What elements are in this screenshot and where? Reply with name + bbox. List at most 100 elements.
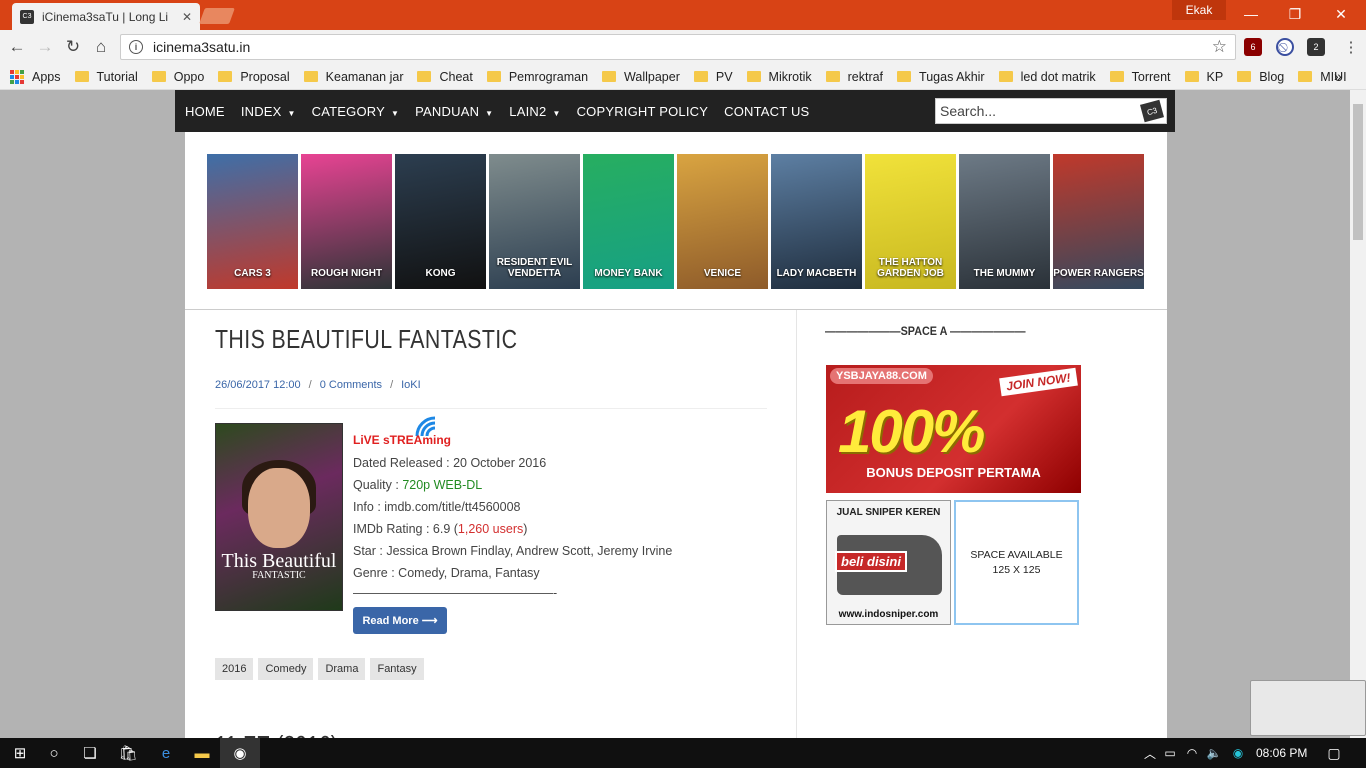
divider: [215, 408, 767, 409]
home-icon[interactable]: ⌂: [90, 36, 112, 58]
bookmark-label: Tugas Akhir: [919, 69, 985, 84]
poster-title: POWER RANGERS: [1053, 268, 1144, 279]
folder-icon: [693, 71, 708, 82]
imdb-info: Info : imdb.com/title/tt4560008: [353, 500, 521, 514]
nav-item-panduan[interactable]: PANDUAN ▼: [415, 104, 493, 119]
menu-icon[interactable]: ⋮: [1340, 36, 1362, 58]
post-author[interactable]: IoKI: [401, 379, 421, 391]
page-scrollbar[interactable]: [1350, 90, 1366, 738]
bookmark-keamanan-jar[interactable]: Keamanan jar: [303, 70, 403, 84]
block-extension-icon[interactable]: ⃠: [1276, 38, 1294, 56]
bookmark-pemrograman[interactable]: Pemrograman: [486, 69, 589, 84]
bookmark-oppo[interactable]: Oppo: [151, 70, 204, 84]
nav-item-index[interactable]: INDEX ▼: [241, 104, 296, 119]
bookmark-proposal[interactable]: Proposal: [218, 70, 290, 84]
bookmark-label: Pemrograman: [508, 69, 589, 84]
post-comments[interactable]: 0 Comments: [320, 379, 382, 391]
tray-app-icon[interactable]: ◉: [1218, 738, 1258, 768]
windows-taskbar: ⊞ ○ ❏ 🛍 e ▬ ◉ ︿ ▭ ◠ 🔈 ◉ 08:06 PM ▢: [0, 738, 1366, 768]
taskbar-clock[interactable]: 08:06 PM: [1256, 746, 1307, 760]
bookmark-torrent[interactable]: Torrent: [1109, 70, 1171, 84]
movie-cover-image[interactable]: This Beautiful FANTASTIC: [215, 423, 343, 611]
search-logo-icon[interactable]: C3: [1140, 99, 1164, 123]
poster-title: VENICE: [703, 268, 742, 279]
post-date[interactable]: 26/06/2017 12:00: [215, 379, 301, 391]
restore-icon[interactable]: ❐: [1272, 0, 1318, 28]
address-bar[interactable]: i icinema3satu.in ☆: [120, 34, 1236, 60]
bookmark-label: rektraf: [847, 69, 884, 84]
nav-item-category[interactable]: CATEGORY ▼: [312, 104, 399, 119]
nav-item-home[interactable]: HOME: [185, 104, 225, 119]
poster-title: KONG: [425, 268, 456, 279]
back-icon[interactable]: ←: [6, 36, 28, 58]
next-post-title[interactable]: 11 FE (2016): [215, 730, 338, 738]
poster-7[interactable]: LADY MACBETH: [771, 154, 862, 289]
poster-title: ROUGH NIGHT: [310, 268, 383, 279]
tab-close-icon[interactable]: ✕: [182, 10, 192, 24]
minimize-icon[interactable]: —: [1228, 0, 1274, 28]
tag-comedy[interactable]: Comedy: [258, 658, 314, 680]
tab-title: iCinema3saTu | Long Li: [42, 9, 169, 24]
bookmark-tutorial[interactable]: Tutorial: [74, 70, 138, 84]
bookmark-cheat[interactable]: Cheat: [417, 70, 473, 84]
search-input[interactable]: Search... C3: [935, 98, 1167, 124]
notification-icon[interactable]: ▢: [1314, 738, 1354, 768]
poster-6[interactable]: VENICE: [677, 154, 768, 289]
nav-item-label: INDEX: [240, 103, 282, 119]
poster-8[interactable]: THE HATTON GARDEN JOB: [865, 154, 956, 289]
reload-icon[interactable]: ↻: [62, 36, 84, 58]
tag-fantasy[interactable]: Fantasy: [370, 658, 424, 680]
url-text[interactable]: icinema3satu.in: [153, 39, 250, 55]
close-window-icon[interactable]: ✕: [1318, 0, 1364, 28]
cortana-icon[interactable]: ○: [34, 738, 74, 768]
banner-join: JOIN NOW!: [999, 367, 1078, 397]
read-more-button[interactable]: Read More ⟶: [353, 607, 447, 634]
new-tab-button[interactable]: [199, 8, 235, 24]
folder-icon: [151, 71, 166, 82]
ext-badge: 2: [1313, 42, 1319, 52]
poster-10[interactable]: POWER RANGERS: [1053, 154, 1144, 289]
task-view-icon[interactable]: ❏: [70, 738, 110, 768]
bookmark-rektraf[interactable]: rektraf: [825, 69, 884, 84]
profile-button[interactable]: Ekak: [1172, 0, 1226, 20]
bookmark-tugas-akhir[interactable]: Tugas Akhir: [897, 70, 985, 84]
post-title[interactable]: THIS BEAUTIFUL FANTASTIC: [215, 324, 517, 355]
bookmark-wallpaper[interactable]: Wallpaper: [602, 70, 680, 84]
ublock-extension-icon[interactable]: 6: [1244, 38, 1262, 56]
file-explorer-icon[interactable]: ▬: [182, 738, 222, 768]
nav-item-lain2[interactable]: LAIN2 ▼: [509, 104, 560, 119]
store-icon[interactable]: 🛍: [108, 738, 148, 768]
bookmark-blog[interactable]: Blog: [1237, 70, 1284, 84]
poster-4[interactable]: RESIDENT EVIL VENDETTA: [489, 154, 580, 289]
bookmark-pv[interactable]: PV: [693, 70, 733, 84]
poster-5[interactable]: MONEY BANK: [583, 154, 674, 289]
poster-2[interactable]: ROUGH NIGHT: [301, 154, 392, 289]
tag-2016[interactable]: 2016: [215, 658, 254, 680]
scrollbar-thumb[interactable]: [1353, 104, 1363, 240]
extension-icon[interactable]: 2: [1307, 38, 1325, 56]
bookmark-mikrotik[interactable]: Mikrotik: [746, 70, 812, 84]
nav-item-copyright-policy[interactable]: COPYRIGHT POLICY: [577, 104, 709, 119]
caret-down-icon: ▼: [552, 108, 561, 118]
poster-1[interactable]: CARS 3: [207, 154, 298, 289]
chrome-icon[interactable]: ◉: [220, 738, 260, 768]
casino-banner-ad[interactable]: YSBJAYA88.COM JOIN NOW! 100% BONUS DEPOS…: [826, 365, 1081, 493]
sniper-ad[interactable]: JUAL SNIPER KEREN beli disini www.indosn…: [826, 500, 951, 625]
ad-space-available[interactable]: SPACE AVAILABLE 125 X 125: [954, 500, 1079, 625]
bookmark-apps[interactable]: Apps: [10, 69, 61, 84]
bookmarks-overflow-icon[interactable]: »: [1334, 68, 1342, 84]
site-info-icon[interactable]: i: [129, 40, 143, 54]
nav-item-contact-us[interactable]: CONTACT US: [724, 104, 809, 119]
browser-tab-active[interactable]: C3 iCinema3saTu | Long Li ✕: [12, 3, 200, 30]
bookmark-led-dot-matrik[interactable]: led dot matrik: [998, 70, 1096, 84]
tag-drama[interactable]: Drama: [318, 658, 366, 680]
live-streaming-link[interactable]: LiVE sTREAming: [353, 433, 451, 447]
poster-title: LADY MACBETH: [776, 268, 857, 279]
edge-icon[interactable]: e: [146, 738, 186, 768]
poster-3[interactable]: KONG: [395, 154, 486, 289]
forward-icon[interactable]: →: [34, 36, 56, 58]
bookmark-kp[interactable]: KP: [1184, 70, 1223, 84]
poster-9[interactable]: THE MUMMY: [959, 154, 1050, 289]
bookmark-star-icon[interactable]: ☆: [1212, 37, 1227, 57]
folder-icon: [897, 71, 912, 82]
